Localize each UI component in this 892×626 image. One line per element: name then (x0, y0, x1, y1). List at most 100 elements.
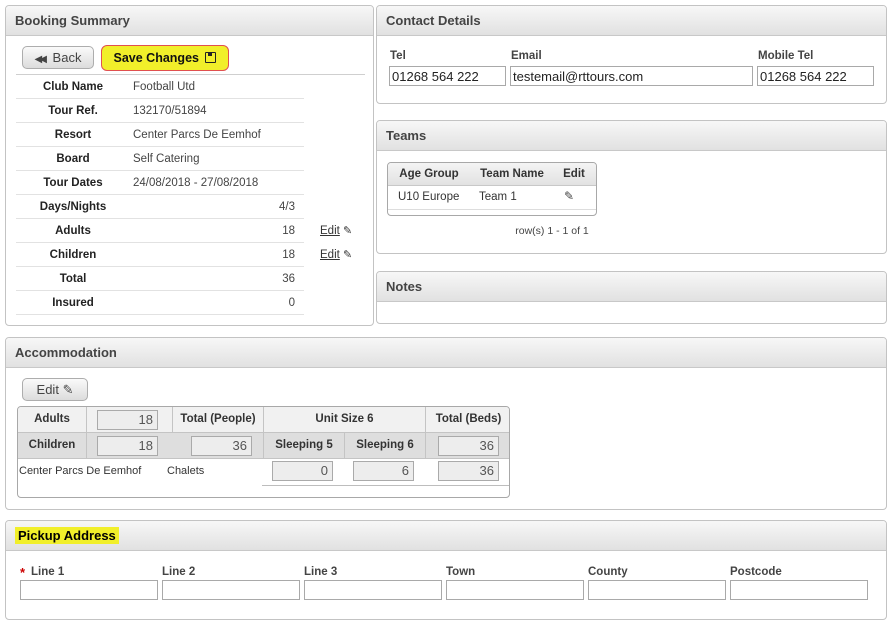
pickup-address-panel: Pickup Address * Line 1 Line 2 Line 3 To… (5, 520, 887, 620)
table-row: U10 Europe Team 1 ✎ (388, 186, 596, 210)
contact-details-title: Contact Details (377, 6, 886, 36)
edit-label: Edit (36, 382, 59, 397)
row-value: 132170/51894 (133, 105, 207, 117)
line-2-label: Line 2 (162, 566, 196, 578)
edit-icon: ✎ (343, 249, 353, 261)
row-label: Resort (54, 129, 92, 141)
save-changes-label: Save Changes (113, 51, 199, 65)
row-value: Self Catering (133, 153, 200, 165)
line-3-label: Line 3 (304, 566, 338, 578)
row-value: 36 (282, 273, 295, 285)
notes-panel: Notes (376, 271, 887, 324)
teams-pager: row(s) 1 - 1 of 1 (515, 225, 589, 237)
email-label: Email (511, 50, 542, 62)
edit-team-icon[interactable]: ✎ (564, 189, 574, 203)
adults-label: Adults (34, 413, 70, 425)
summary-row-club-name: Club Name Football Utd (16, 75, 304, 99)
sleeping-5-label: Sleeping 5 (275, 439, 333, 451)
row-value: 24/08/2018 - 27/08/2018 (133, 177, 259, 189)
edit-link-label: Edit (320, 225, 340, 237)
pickup-address-header: Pickup Address (6, 521, 886, 551)
summary-row-children: Children 18 (16, 243, 304, 267)
row-value: 18 (282, 225, 295, 237)
mobile-tel-input[interactable] (757, 66, 874, 86)
summary-row-board: Board Self Catering (16, 147, 304, 171)
contact-details-panel: Contact Details Tel Email Mobile Tel (376, 5, 887, 104)
email-input[interactable] (510, 66, 753, 86)
total-beds-value: 36 (438, 436, 499, 456)
row-label: Board (56, 153, 90, 165)
row-label: Club Name (42, 81, 104, 93)
pickup-address-title: Pickup Address (15, 527, 119, 544)
accommodation-edit-button[interactable]: Edit ✎ (22, 378, 88, 401)
save-changes-button[interactable]: Save Changes (101, 45, 229, 71)
row-label: Days/Nights (39, 201, 107, 213)
summary-row-resort: Resort Center Parcs De Eemhof (16, 123, 304, 147)
summary-row-insured: Insured 0 (16, 291, 304, 315)
summary-row-adults: Adults 18 (16, 219, 304, 243)
row-value: 4/3 (279, 201, 295, 213)
row-label: Total (59, 273, 87, 285)
beds-row-value: 36 (438, 461, 499, 481)
summary-row-tour-dates: Tour Dates 24/08/2018 - 27/08/2018 (16, 171, 304, 195)
adults-value: 18 (97, 410, 158, 430)
teams-panel: Teams Age Group Team Name Edit U10 Europ… (376, 120, 887, 254)
booking-summary-panel: Booking Summary ◀◀ Back Save Changes Clu… (5, 5, 374, 326)
header-age-group[interactable]: Age Group (390, 168, 468, 180)
town-label: Town (446, 566, 476, 578)
row-label: Tour Ref. (48, 105, 98, 117)
unit-size-label: Unit Size 6 (315, 413, 374, 425)
mobile-tel-label: Mobile Tel (758, 50, 814, 62)
save-icon (205, 52, 217, 63)
accommodation-resort: Center Parcs De Eemhof (19, 465, 142, 477)
postcode-input[interactable] (730, 580, 868, 600)
edit-adults-link[interactable]: Edit ✎ (320, 219, 352, 243)
line-2-input[interactable] (162, 580, 300, 600)
summary-row-total: Total 36 (16, 267, 304, 291)
header-team-name[interactable]: Team Name (472, 168, 552, 180)
teams-title: Teams (377, 121, 886, 151)
back-icon: ◀◀ (34, 54, 48, 65)
back-label: Back (52, 50, 82, 65)
row-label: Children (49, 249, 97, 261)
row-value: Center Parcs De Eemhof (133, 129, 261, 141)
row-value: 0 (288, 297, 295, 309)
postcode-label: Postcode (730, 566, 782, 578)
county-input[interactable] (588, 580, 726, 600)
header-edit: Edit (563, 168, 585, 180)
team-age-group: U10 Europe (398, 191, 460, 203)
row-label: Insured (52, 297, 94, 309)
back-button[interactable]: ◀◀ Back (22, 46, 94, 69)
row-value: Football Utd (133, 81, 196, 93)
row-value: 18 (282, 249, 295, 261)
sleeping-6-value: 6 (353, 461, 414, 481)
row-label: Adults (55, 225, 91, 237)
sleeping-5-value: 0 (272, 461, 333, 481)
edit-children-link[interactable]: Edit ✎ (320, 243, 352, 267)
edit-link-label: Edit (320, 249, 340, 261)
required-indicator: * (20, 565, 26, 580)
summary-row-days-nights: Days/Nights 4/3 (16, 195, 304, 219)
teams-header-row: Age Group Team Name Edit (388, 163, 596, 186)
total-people-label: Total (People) (180, 413, 256, 425)
summary-row-tour-ref: Tour Ref. 132170/51894 (16, 99, 304, 123)
accommodation-title: Accommodation (6, 338, 886, 368)
line-1-input[interactable] (20, 580, 158, 600)
accommodation-grid: Adults 18 Total (People) Unit Size 6 Tot… (17, 406, 510, 498)
sleeping-6-label: Sleeping 6 (356, 439, 414, 451)
tel-input[interactable] (389, 66, 506, 86)
total-people-value: 36 (191, 436, 252, 456)
town-input[interactable] (446, 580, 584, 600)
line-3-input[interactable] (304, 580, 442, 600)
accommodation-unit-type: Chalets (167, 465, 205, 477)
booking-summary-title: Booking Summary (6, 6, 373, 36)
row-label: Tour Dates (43, 177, 103, 189)
edit-icon: ✎ (343, 225, 353, 237)
team-name: Team 1 (479, 191, 517, 203)
tel-label: Tel (390, 50, 406, 62)
teams-table: Age Group Team Name Edit U10 Europe Team… (387, 162, 597, 216)
total-beds-label: Total (Beds) (435, 413, 502, 425)
notes-title: Notes (377, 272, 886, 302)
children-label: Children (28, 439, 76, 451)
line-1-label: Line 1 (31, 566, 65, 578)
